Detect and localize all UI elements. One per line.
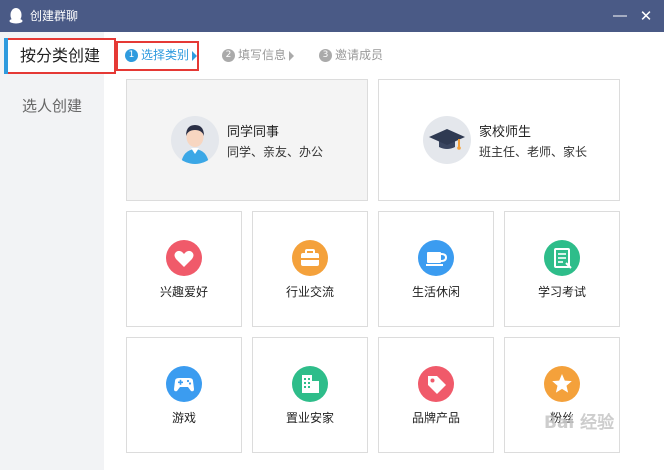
category-label: 游戏	[171, 411, 196, 425]
student-avatar-icon	[171, 116, 219, 164]
graduation-cap-icon	[423, 116, 471, 164]
category-card-fans[interactable]: 粉丝	[504, 337, 620, 453]
category-label: 品牌产品	[411, 411, 460, 425]
tab-create-by-category[interactable]: 按分类创建	[4, 38, 116, 74]
gamepad-icon	[166, 366, 202, 402]
category-label: 行业交流	[285, 285, 334, 299]
tab-create-by-category-label: 按分类创建	[20, 46, 101, 65]
step-label: 填写信息	[238, 48, 287, 62]
step-number: 1	[125, 49, 138, 62]
category-card-classmates-colleagues[interactable]: 同学同事 同学、亲友、办公	[126, 79, 368, 201]
category-card-real-estate[interactable]: 置业安家	[252, 337, 368, 453]
minimize-button[interactable]: ―	[610, 6, 630, 26]
category-card-hobbies[interactable]: 兴趣爱好	[126, 211, 242, 327]
step-fill-info: 2 填写信息	[222, 46, 295, 64]
card-subtitle: 班主任、老师、家长	[479, 145, 588, 159]
create-group-window: 创建群聊 ― ✕ 按分类创建 选人创建 1 选择类别 2 填写信息 3 邀请成员 同学…	[0, 0, 664, 470]
step-arrow-icon	[192, 50, 198, 61]
coffee-cup-icon	[418, 240, 454, 276]
card-title: 家校师生	[479, 125, 532, 140]
step-select-category: 1 选择类别	[125, 46, 198, 64]
close-button[interactable]: ✕	[636, 6, 656, 26]
notebook-icon	[544, 240, 580, 276]
card-subtitle: 同学、亲友、办公	[227, 145, 324, 159]
qq-penguin-icon	[9, 8, 23, 24]
category-label: 兴趣爱好	[159, 285, 208, 299]
step-invite-members: 3 邀请成员	[319, 46, 383, 64]
step-label: 邀请成员	[335, 48, 384, 62]
title-bar: 创建群聊 ― ✕	[0, 0, 664, 32]
category-card-home-school[interactable]: 家校师生 班主任、老师、家长	[378, 79, 620, 201]
card-title: 同学同事	[227, 125, 280, 140]
category-card-study[interactable]: 学习考试	[504, 211, 620, 327]
step-number: 2	[222, 49, 235, 62]
step-label: 选择类别	[141, 48, 190, 62]
step-arrow-icon	[289, 50, 295, 61]
category-card-leisure[interactable]: 生活休闲	[378, 211, 494, 327]
category-label: 生活休闲	[411, 285, 460, 299]
active-tab-indicator	[4, 38, 8, 74]
tab-create-by-selecting-people[interactable]: 选人创建	[22, 96, 82, 116]
watermark: Bai 经验	[544, 413, 615, 433]
category-card-games[interactable]: 游戏	[126, 337, 242, 453]
category-card-brands[interactable]: 品牌产品	[378, 337, 494, 453]
step-number: 3	[319, 49, 332, 62]
category-card-industry[interactable]: 行业交流	[252, 211, 368, 327]
category-label: 置业安家	[285, 411, 334, 425]
briefcase-icon	[292, 240, 328, 276]
window-title: 创建群聊	[30, 9, 79, 23]
star-icon	[544, 366, 580, 402]
category-label: 学习考试	[537, 285, 586, 299]
tag-icon	[418, 366, 454, 402]
heart-icon	[166, 240, 202, 276]
building-icon	[292, 366, 328, 402]
